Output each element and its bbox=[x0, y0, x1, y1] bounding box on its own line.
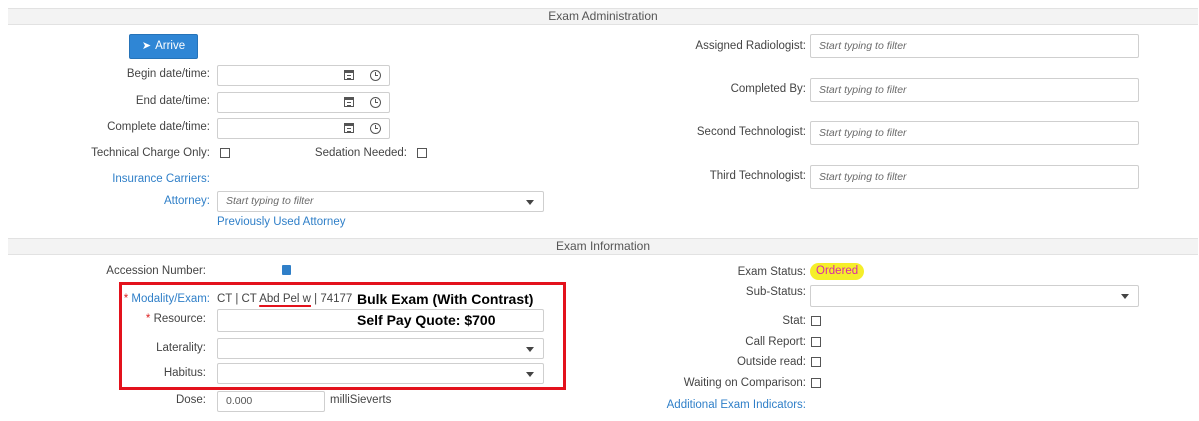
dose-unit: milliSieverts bbox=[330, 394, 392, 406]
calendar-icon[interactable] bbox=[344, 97, 354, 107]
exam-administration-header: Exam Administration bbox=[8, 8, 1198, 25]
clock-icon[interactable] bbox=[370, 123, 381, 134]
attorney-placeholder: Start typing to filter bbox=[226, 195, 314, 207]
previously-used-attorney-link[interactable]: Previously Used Attorney bbox=[217, 216, 345, 228]
sub-status-label: Sub-Status: bbox=[745, 286, 806, 298]
dose-input[interactable]: 0.000 bbox=[217, 391, 325, 412]
call-report-label: Call Report: bbox=[745, 336, 806, 348]
assigned-radiologist-input[interactable]: Start typing to filter bbox=[810, 34, 1139, 58]
begin-datetime-label: Begin date/time: bbox=[126, 68, 210, 80]
complete-datetime-label: Complete date/time: bbox=[107, 121, 210, 133]
chevron-down-icon bbox=[1121, 294, 1129, 299]
assigned-radiologist-label: Assigned Radiologist: bbox=[695, 40, 806, 52]
exam-information-header: Exam Information bbox=[8, 238, 1198, 255]
technical-charge-checkbox[interactable] bbox=[220, 148, 230, 158]
end-datetime-label: End date/time: bbox=[135, 95, 210, 107]
filter-placeholder: Start typing to filter bbox=[819, 40, 907, 52]
sedation-needed-checkbox[interactable] bbox=[417, 148, 427, 158]
outside-read-checkbox[interactable] bbox=[811, 357, 821, 367]
calendar-icon[interactable] bbox=[344, 123, 354, 133]
filter-placeholder: Start typing to filter bbox=[819, 127, 907, 139]
second-technologist-label: Second Technologist: bbox=[696, 126, 806, 138]
stat-checkbox[interactable] bbox=[811, 316, 821, 326]
copy-icon[interactable] bbox=[282, 265, 291, 275]
end-datetime-input[interactable] bbox=[217, 92, 390, 113]
waiting-on-comparison-checkbox[interactable] bbox=[811, 378, 821, 388]
insurance-carriers-link[interactable]: Insurance Carriers: bbox=[112, 173, 210, 185]
third-technologist-input[interactable]: Start typing to filter bbox=[810, 165, 1139, 189]
annotation-highlight-box bbox=[119, 282, 566, 390]
dose-label: Dose: bbox=[175, 394, 206, 406]
begin-datetime-input[interactable] bbox=[217, 65, 390, 86]
arrive-button[interactable]: ➤ Arrive bbox=[129, 34, 198, 59]
calendar-icon[interactable] bbox=[344, 70, 354, 80]
technical-charge-label: Technical Charge Only: bbox=[91, 147, 210, 159]
arrive-button-label: Arrive bbox=[155, 40, 186, 52]
complete-datetime-input[interactable] bbox=[217, 118, 390, 139]
chevron-down-icon bbox=[526, 200, 534, 205]
clock-icon[interactable] bbox=[370, 97, 381, 108]
clock-icon[interactable] bbox=[370, 70, 381, 81]
additional-exam-indicators-link[interactable]: Additional Exam Indicators: bbox=[667, 399, 806, 411]
third-technologist-label: Third Technologist: bbox=[709, 170, 806, 182]
attorney-label: Attorney: bbox=[163, 195, 210, 207]
sign-in-icon: ➤ bbox=[141, 40, 152, 52]
outside-read-label: Outside read: bbox=[736, 356, 806, 368]
exam-status-label: Exam Status: bbox=[737, 266, 806, 278]
waiting-on-comparison-label: Waiting on Comparison: bbox=[683, 377, 806, 389]
call-report-checkbox[interactable] bbox=[811, 337, 821, 347]
filter-placeholder: Start typing to filter bbox=[819, 84, 907, 96]
stat-label: Stat: bbox=[782, 315, 806, 327]
completed-by-input[interactable]: Start typing to filter bbox=[810, 78, 1139, 102]
accession-number-label: Accession Number: bbox=[106, 265, 206, 277]
status-badge: Ordered bbox=[810, 263, 865, 280]
attorney-select[interactable]: Start typing to filter bbox=[217, 191, 544, 212]
sedation-needed-label: Sedation Needed: bbox=[314, 147, 407, 159]
second-technologist-input[interactable]: Start typing to filter bbox=[810, 121, 1139, 145]
sub-status-select[interactable] bbox=[810, 285, 1139, 307]
completed-by-label: Completed By: bbox=[730, 83, 806, 95]
dose-value: 0.000 bbox=[226, 395, 253, 407]
filter-placeholder: Start typing to filter bbox=[819, 171, 907, 183]
